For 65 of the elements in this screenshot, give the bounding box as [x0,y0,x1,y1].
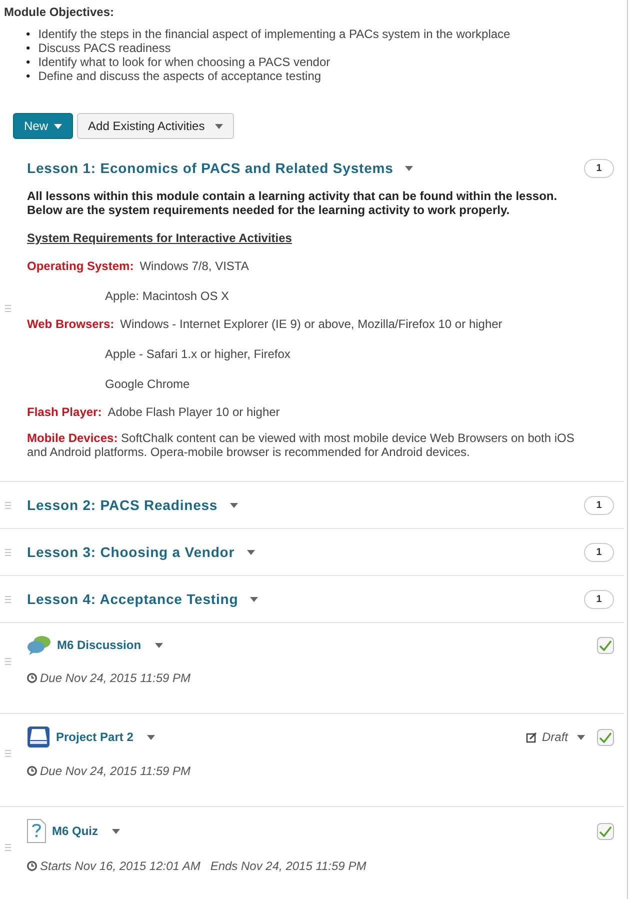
activity-title[interactable]: M6 Discussion [57,636,142,654]
count-badge: 1 [584,496,614,514]
caret-icon [577,734,585,740]
drag-handle-icon[interactable] [5,502,11,508]
new-button[interactable]: New [13,113,74,139]
draft-status[interactable]: Draft [542,728,568,746]
objective-item: Identify what to look for when choosing a PACS vendor [38,55,330,69]
checkbox[interactable] [597,636,614,654]
caret-icon [230,502,238,508]
clock-icon [27,673,37,683]
requirement-text: Apple - Safari 1.x or higher, Firefox [105,346,290,363]
count-badge: 1 [584,590,614,608]
requirement-label: Operating System: [27,258,134,275]
activity-dates: Due Nov 24, 2015 11:59 PM [40,670,191,687]
objectives-heading: Module Objectives: [4,4,116,21]
clock-icon [27,766,37,776]
drag-handle-icon[interactable] [5,844,11,850]
drag-handle-icon[interactable] [5,750,11,756]
activity-title[interactable]: M6 Quiz [52,822,98,840]
objective-item: Define and discuss the aspects of acceptance testing [38,69,322,83]
speech-bubbles-icon [27,635,51,655]
requirement-label: Flash Player: [27,404,102,421]
count-badge: 1 [584,542,614,562]
requirement-text: Mobile Devices: SoftChalk content can be viewed with most mobile device Web Browsers on both iOS and Android platforms. Opera-mobile browser is recommended for Android devices. [27,431,576,459]
requirement-label: Web Browsers: [27,316,114,333]
bullet: • [26,69,30,83]
requirements-heading: System Requirements for Interactive Activities [27,230,293,247]
drag-handle-icon[interactable] [5,304,11,312]
caret-icon [147,734,156,740]
requirement-text: Adobe Flash Player 10 or higher [108,404,280,421]
caret-icon [405,166,414,170]
lesson-title[interactable]: Lesson 1: Economics of PACS and Related Systems [27,158,394,178]
bullet: • [26,55,30,69]
add-activities-button[interactable]: Add Existing Activities [77,113,234,139]
count-badge: 1 [584,158,614,178]
activity-title[interactable]: Project Part 2 [56,728,134,746]
clock-icon [27,861,37,871]
drag-handle-icon[interactable] [5,658,11,664]
requirement-text: Windows 7/8, VISTA [140,258,249,275]
caret-icon [54,124,62,128]
drag-handle-icon[interactable] [5,596,11,602]
activity-dates: Starts Nov 16, 2015 12:01 AM Ends Nov 24, 2015 11:59 PM [40,858,366,875]
lesson-title[interactable]: Lesson 4: Acceptance Testing [27,588,238,610]
checkbox[interactable] [597,728,614,746]
requirement-text: Apple: Macintosh OS X [105,288,230,305]
requirement-text: Google Chrome [105,376,190,393]
quiz-document-icon [27,819,46,843]
objective-item: Discuss PACS readiness [38,41,171,55]
bullet: • [26,27,30,41]
lesson-title[interactable]: Lesson 3: Choosing a Vendor [27,542,235,562]
drag-handle-icon[interactable] [5,548,11,556]
lesson-intro: All lessons within this module contain a learning activity that can be found within the lesson. Below are the system requirements needed for the learning activity to work properly. [27,189,558,217]
inbox-tray-icon [27,726,50,748]
objective-item: Identify the steps in the financial aspect of implementing a PACs system in the workplace [38,27,510,41]
checkbox[interactable] [597,822,614,840]
activity-dates: Due Nov 24, 2015 11:59 PM [40,763,191,780]
caret-icon [155,642,164,648]
caret-icon [214,124,223,128]
edit-icon [526,732,537,742]
lesson-title[interactable]: Lesson 2: PACS Readiness [27,494,218,516]
caret-icon [112,828,120,834]
caret-icon [246,550,255,554]
caret-icon [250,596,258,602]
requirement-text: Windows - Internet Explorer (IE 9) or above, Mozilla/Firefox 10 or higher [120,316,502,333]
bullet: • [26,41,30,55]
